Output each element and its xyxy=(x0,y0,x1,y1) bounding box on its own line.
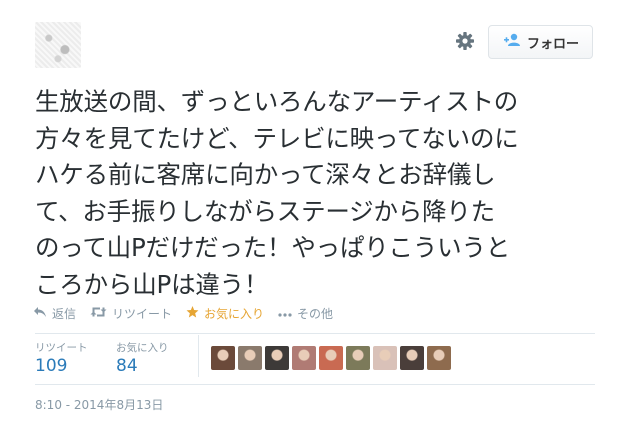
tweet-line: ころから山Pは違う！ xyxy=(35,269,269,299)
retweets-label: リツイート xyxy=(35,342,88,354)
follow-person-icon xyxy=(503,33,521,51)
reply-icon xyxy=(33,306,47,321)
reply-button[interactable]: 返信 xyxy=(33,305,76,322)
tweet-line: ハケる前に客席に向かって深々とお辞儀し xyxy=(35,160,496,189)
tweet-line: のって山Pだけだった！やっぱりこういうと xyxy=(35,233,511,262)
favoriter-avatar[interactable] xyxy=(346,346,370,370)
stats-separator xyxy=(198,335,199,377)
favorite-label: お気に入り xyxy=(204,306,265,321)
tweet-line: て、お手振りしながらステージから降りた xyxy=(35,196,495,226)
tweet-line: 方々を見てたけど、テレビに映ってないのに xyxy=(35,123,519,153)
user-avatar[interactable] xyxy=(35,22,81,68)
tweet-timestamp[interactable]: 8:10 - 2014年8月13日 xyxy=(35,396,163,413)
favoriter-avatar[interactable] xyxy=(292,346,316,370)
favoriter-avatar[interactable] xyxy=(427,346,451,370)
favorites-count: 84 xyxy=(116,356,138,376)
retweet-label: リツイート xyxy=(112,306,173,321)
follow-button[interactable]: フォロー xyxy=(488,25,593,59)
divider xyxy=(35,384,595,385)
favorites-stat[interactable]: お気に入り 84 xyxy=(116,341,197,377)
tweet-actions: 返信 リツイート お気に入り その他 xyxy=(33,303,347,323)
divider xyxy=(35,333,595,334)
retweets-count: 109 xyxy=(35,356,68,376)
star-icon xyxy=(186,305,199,321)
favoriter-avatar[interactable] xyxy=(400,346,424,370)
favorite-button[interactable]: お気に入り xyxy=(186,305,264,322)
favoriter-avatar[interactable] xyxy=(373,346,397,370)
follow-button-label: フォロー xyxy=(527,36,580,52)
favoriter-avatars xyxy=(211,346,451,370)
favorites-label: お気に入り xyxy=(116,342,169,354)
tweet-text: 生放送の間、ずっといろんなアーティストの 方々を見てたけど、テレビに映ってないの… xyxy=(35,84,605,303)
favoriter-avatar[interactable] xyxy=(238,346,262,370)
favoriter-avatar[interactable] xyxy=(211,346,235,370)
retweet-icon xyxy=(90,306,107,321)
tweet-line: 生放送の間、ずっといろんなアーティストの xyxy=(35,87,519,116)
favoriter-avatar[interactable] xyxy=(265,346,289,370)
gear-icon[interactable] xyxy=(454,30,476,52)
retweets-stat[interactable]: リツイート 109 xyxy=(35,341,116,377)
tweet-stats: リツイート 109 お気に入り 84 xyxy=(35,341,197,377)
more-button[interactable]: その他 xyxy=(278,305,333,322)
favoriter-avatar[interactable] xyxy=(319,346,343,370)
more-label: その他 xyxy=(297,306,334,321)
retweet-button[interactable]: リツイート xyxy=(90,305,172,322)
reply-label: 返信 xyxy=(52,306,77,321)
more-icon xyxy=(278,306,292,320)
